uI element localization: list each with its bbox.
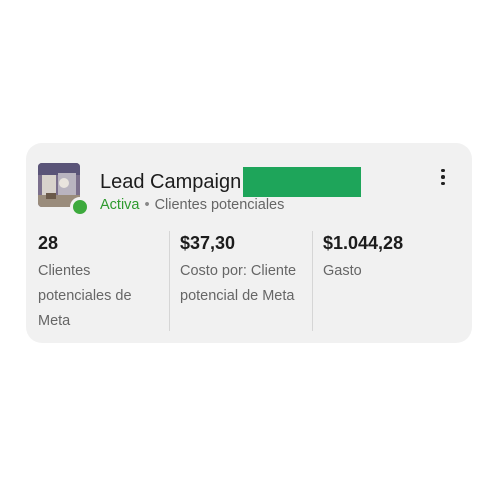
campaign-title-row[interactable]: Lead Campaign — [100, 165, 362, 199]
redacted-name-block — [243, 167, 362, 197]
metric-label: Costo por: Cliente potencial de Meta — [180, 263, 297, 304]
more-vertical-icon — [441, 168, 445, 173]
metric-cost-per-lead[interactable]: $37,30 Costo por: Cliente potencial de M… — [169, 231, 312, 331]
campaign-subtitle: Activa • Clientes potenciales — [100, 197, 284, 213]
active-status-dot — [70, 197, 90, 217]
metrics-row: 28 Clientes potenciales de Meta $37,30 C… — [26, 231, 472, 331]
metric-spend[interactable]: $1.044,28 Gasto — [312, 231, 455, 331]
metric-label: Clientes potenciales de Meta — [38, 263, 132, 329]
more-options-button[interactable] — [428, 165, 458, 189]
campaign-objective: Clientes potenciales — [154, 197, 285, 213]
metric-leads[interactable]: 28 Clientes potenciales de Meta — [26, 231, 169, 331]
campaign-title[interactable]: Lead Campaign — [100, 171, 241, 194]
metric-label: Gasto — [323, 263, 362, 279]
campaign-status: Activa — [100, 197, 140, 213]
metric-value: 28 — [38, 233, 59, 253]
metric-value: $1.044,28 — [323, 233, 404, 253]
metric-value: $37,30 — [180, 233, 236, 253]
campaign-card[interactable]: Lead Campaign Activa • Clientes potenciale… — [26, 143, 472, 343]
subtitle-separator: • — [144, 197, 150, 213]
